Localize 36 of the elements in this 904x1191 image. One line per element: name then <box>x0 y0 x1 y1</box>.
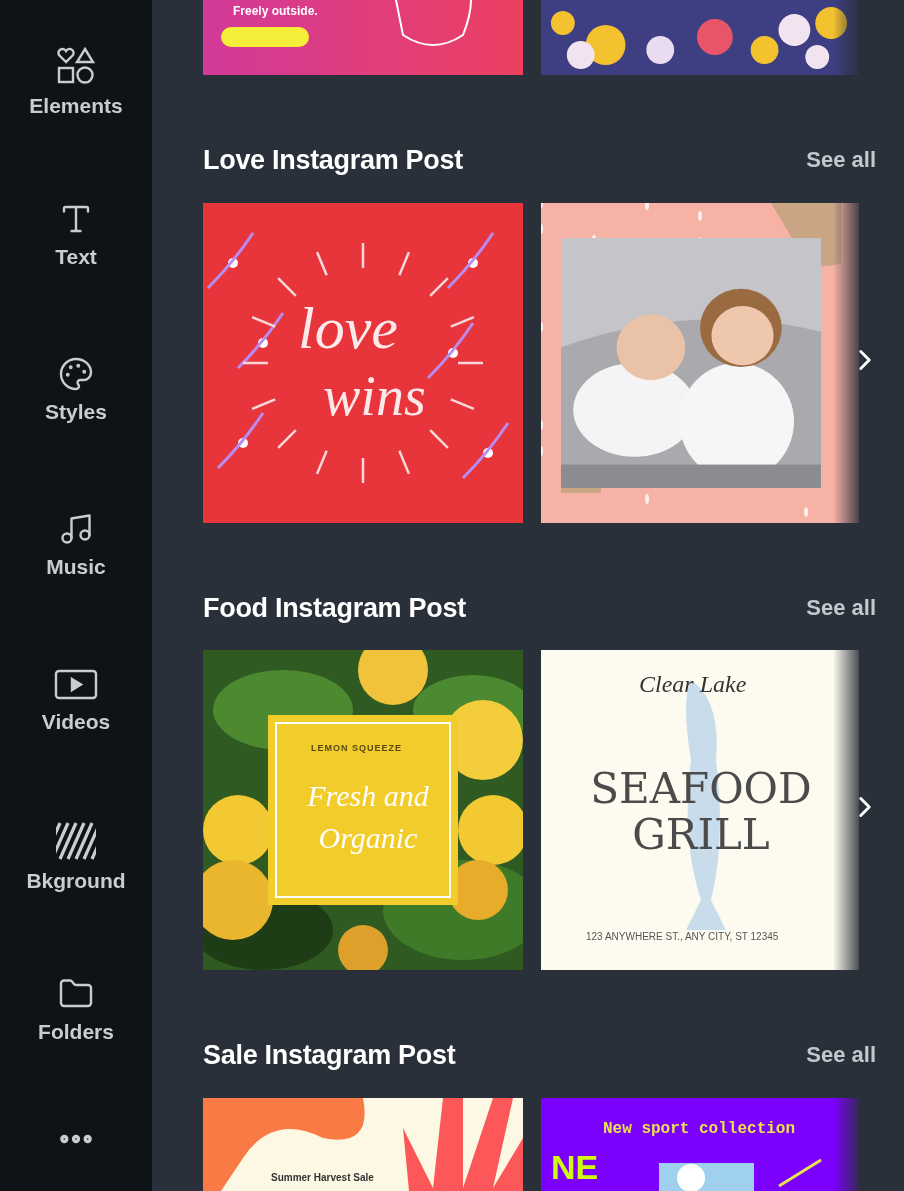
see-all-link[interactable]: See all <box>806 145 876 175</box>
music-note-icon <box>58 511 94 547</box>
section-title: Sale Instagram Post <box>203 1040 456 1071</box>
sidebar-item[interactable]: Styles <box>6 356 146 511</box>
template-text: SEAFOOD GRILL <box>589 766 813 858</box>
template-text: Summer Harvest Sale <box>271 1173 374 1183</box>
template-card[interactable]: Freely outside. <box>203 0 523 75</box>
template-card[interactable]: Clear Lake SEAFOOD GRILL 123 ANYWHERE ST., ANY CITY, ST 12345 <box>541 650 859 971</box>
sidebar-item[interactable]: Text <box>6 201 146 356</box>
shapes-icon <box>56 46 96 86</box>
template-card[interactable]: love wins <box>203 202 523 523</box>
template-text: Freely outside. <box>233 5 318 17</box>
template-card[interactable]: LEMON SQUEEZE Fresh and Organic <box>203 650 523 971</box>
template-text: wins <box>323 367 426 424</box>
template-text: New sport collection <box>603 1121 796 1137</box>
template-text: 123 ANYWHERE ST., ANY CITY, ST 12345 <box>586 932 779 943</box>
template-card[interactable] <box>541 202 859 523</box>
see-all-link[interactable]: See all <box>806 592 876 623</box>
section-title: Love Instagram Post <box>203 145 463 175</box>
diagonal-line-drawing <box>778 1158 822 1188</box>
template-text: NE <box>551 1150 599 1184</box>
sidebar-item[interactable]: Folders <box>6 976 146 1131</box>
template-card[interactable]: Summer Harvest Sale <box>203 1098 523 1191</box>
sidebar-item[interactable]: Elements <box>6 46 146 201</box>
sidebar-item[interactable]: Music <box>6 511 146 666</box>
section-title: Food Instagram Post <box>203 592 466 623</box>
see-all-link[interactable]: See all <box>806 1040 876 1071</box>
template-text: Fresh and Organic <box>306 778 430 857</box>
sidebar-item[interactable]: Videos <box>6 666 146 821</box>
template-text: LEMON SQUEEZE <box>311 744 402 754</box>
palette-icon <box>58 356 94 392</box>
template-card[interactable]: New sport collection NE <box>541 1098 859 1191</box>
template-text: love <box>298 297 398 358</box>
diagonal-stripes-icon <box>56 821 96 861</box>
template-text: Clear Lake <box>639 672 747 697</box>
sidebar-item[interactable]: Bkground <box>6 821 146 976</box>
